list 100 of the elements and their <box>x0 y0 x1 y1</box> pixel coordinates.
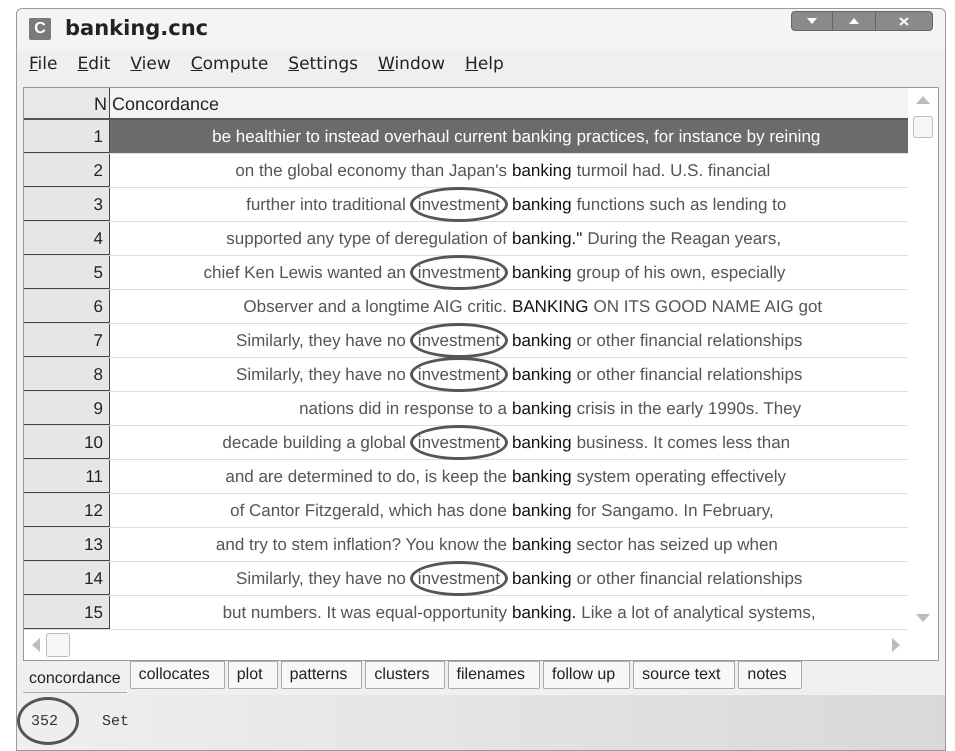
left-context: supported any type of deregulation of <box>226 228 507 250</box>
column-header[interactable]: N <box>24 88 110 118</box>
concordance-line[interactable]: chief Ken Lewis wanted an investment banking group of his own, especially <box>110 256 908 289</box>
left-context: be healthier to instead overhaul current <box>212 126 507 148</box>
node-word: banking <box>512 160 572 182</box>
row-number[interactable]: 13 <box>24 528 110 561</box>
node-word: BANKING <box>512 296 589 318</box>
right-context: functions such as lending to <box>576 194 786 216</box>
right-context: sector has seized up when <box>576 534 778 556</box>
scroll-down-icon[interactable] <box>916 614 930 622</box>
right-context: or other financial relationships <box>576 364 802 386</box>
row-number[interactable]: 10 <box>24 426 110 459</box>
maximize-icon <box>849 18 859 24</box>
row-number[interactable]: 6 <box>24 290 110 323</box>
circled-word: investment <box>418 432 500 452</box>
node-word: banking <box>512 364 572 386</box>
right-context: During the Reagan years, <box>587 228 782 250</box>
concordance-line[interactable]: and are determined to do, is keep the banking system operating effectively <box>110 460 908 493</box>
left-context: Observer and a longtime AIG critic. <box>243 296 507 318</box>
left-context: and try to stem inflation? You know the <box>216 534 507 556</box>
tab[interactable]: plot <box>228 661 278 689</box>
row-number[interactable]: 5 <box>24 256 110 289</box>
concordance-line[interactable]: on the global economy than Japan's banking turmoil had. U.S. financial <box>110 154 908 187</box>
close-button[interactable] <box>875 11 933 31</box>
concordance-line[interactable]: Similarly, they have no investment banking or other financial relationships <box>110 562 908 595</box>
circled-word: investment <box>418 330 500 350</box>
node-word: banking <box>512 330 572 352</box>
concordance-line[interactable]: nations did in response to a banking crisis in the early 1990s. They <box>110 392 908 425</box>
scroll-thumb[interactable] <box>913 116 933 138</box>
concordance-line[interactable]: Similarly, they have no investment banking or other financial relationships <box>110 324 908 357</box>
row-number[interactable]: 15 <box>24 596 110 629</box>
status-text: Set <box>102 712 130 732</box>
tab[interactable]: clusters <box>365 661 445 689</box>
left-context: of Cantor Fitzgerald, which has done <box>230 500 507 522</box>
right-context: for Sangamo. In February, <box>576 500 774 522</box>
node-word: banking <box>512 534 572 556</box>
concordance-line[interactable]: decade building a global investment banking business. It comes less than <box>110 426 908 459</box>
menu-item[interactable]: File <box>29 52 58 78</box>
node-word: banking <box>512 398 572 420</box>
node-word: banking <box>512 194 572 216</box>
menu-item[interactable]: Edit <box>77 52 110 78</box>
menu-item[interactable]: Help <box>465 52 504 78</box>
maximize-button[interactable] <box>833 11 875 31</box>
menu-item[interactable]: Settings <box>288 52 358 78</box>
left-context: chief Ken Lewis wanted an <box>204 262 406 284</box>
right-context: turmoil had. U.S. financial <box>576 160 770 182</box>
row-number[interactable]: 9 <box>24 392 110 425</box>
left-context: nations did in response to a <box>299 398 507 420</box>
concordance-line[interactable]: further into traditional investment banking functions such as lending to <box>110 188 908 221</box>
scroll-up-icon[interactable] <box>916 96 930 104</box>
left-context: but numbers. It was equal-opportunity <box>222 602 507 624</box>
right-context: or other financial relationships <box>576 568 802 590</box>
node-word: banking <box>512 500 572 522</box>
left-context: further into traditional <box>246 194 406 216</box>
hit-count: 352 <box>31 713 58 730</box>
row-number[interactable]: 2 <box>24 154 110 187</box>
row-number[interactable]: 12 <box>24 494 110 527</box>
concordance-line[interactable]: of Cantor Fitzgerald, which has done banking for Sangamo. In February, <box>110 494 908 527</box>
tab[interactable]: notes <box>738 661 802 689</box>
tab[interactable]: patterns <box>280 661 362 689</box>
node-word: banking <box>512 568 572 590</box>
menu-item[interactable]: View <box>130 52 171 78</box>
row-number[interactable]: 1 <box>24 120 110 153</box>
right-context: system operating effectively <box>576 466 786 488</box>
tab[interactable]: filenames <box>448 661 540 689</box>
concordance-line[interactable]: Observer and a longtime AIG critic. BANKING ON ITS GOOD NAME AIG got <box>110 290 908 323</box>
right-context: group of his own, especially <box>576 262 786 284</box>
app-icon: C <box>29 18 51 40</box>
concordance-line[interactable]: and try to stem inflation? You know the banking sector has seized up when <box>110 528 908 561</box>
row-number[interactable]: 3 <box>24 188 110 221</box>
concordance-line[interactable]: supported any type of deregulation of banking." During the Reagan years, <box>110 222 908 255</box>
circled-word: investment <box>418 194 500 214</box>
right-context: Like a lot of analytical systems, <box>581 602 816 624</box>
scroll-left-icon[interactable] <box>32 638 40 652</box>
node-word: banking <box>512 432 572 454</box>
row-number[interactable]: 4 <box>24 222 110 255</box>
column-header[interactable]: Concordance <box>110 88 908 118</box>
scroll-thumb[interactable] <box>46 633 70 657</box>
node-word: banking <box>512 262 572 284</box>
row-number[interactable]: 11 <box>24 460 110 493</box>
row-number[interactable]: 7 <box>24 324 110 357</box>
menu-item[interactable]: Window <box>378 52 446 78</box>
left-context: Similarly, they have no <box>236 364 406 386</box>
node-word: banking. <box>512 602 576 624</box>
left-context: Similarly, they have no <box>236 330 406 352</box>
scroll-right-icon[interactable] <box>892 638 900 652</box>
tab[interactable]: source text <box>633 661 736 689</box>
row-number[interactable]: 14 <box>24 562 110 595</box>
left-context: and are determined to do, is keep the <box>225 466 507 488</box>
right-context: crisis in the early 1990s. They <box>576 398 802 420</box>
row-number[interactable]: 8 <box>24 358 110 391</box>
circled-word: investment <box>418 364 500 384</box>
close-icon <box>899 16 909 26</box>
tab[interactable]: follow up <box>543 661 630 689</box>
tab[interactable]: collocates <box>130 661 225 689</box>
menu-item[interactable]: Compute <box>190 52 268 78</box>
concordance-line[interactable]: Similarly, they have no investment banking or other financial relationships <box>110 358 908 391</box>
minimize-button[interactable] <box>791 11 833 31</box>
concordance-line[interactable]: but numbers. It was equal-opportunity banking. Like a lot of analytical systems, <box>110 596 908 629</box>
minimize-icon <box>807 18 817 24</box>
